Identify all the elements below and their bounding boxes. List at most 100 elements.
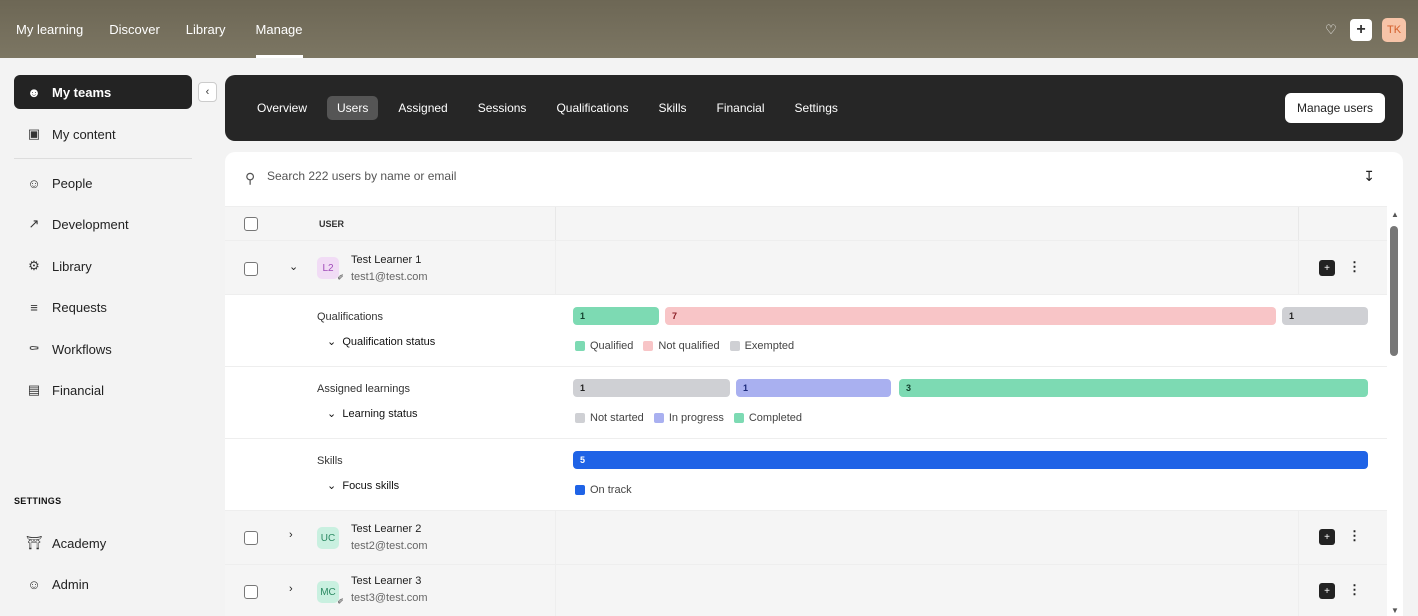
assign-icon[interactable]: + — [1319, 260, 1335, 276]
select-all-checkbox[interactable] — [244, 217, 258, 231]
collapse-sidebar-button[interactable]: ‹ — [198, 82, 217, 102]
bell-icon[interactable]: ♡ — [1322, 22, 1340, 38]
bar-completed[interactable]: 3 — [899, 379, 1368, 397]
user-avatar[interactable]: TK — [1382, 18, 1406, 42]
bar-exempted[interactable]: 1 — [1282, 307, 1368, 325]
table-row[interactable]: › MC ✐ Test Learner 3 test3@test.com + ⋮ — [225, 564, 1387, 616]
avatar-initials: UC — [320, 532, 336, 544]
chevron-down-icon[interactable]: ⌄ — [289, 260, 298, 273]
tab-overview[interactable]: Overview — [247, 96, 317, 120]
checklist-icon: ≡ — [30, 299, 38, 315]
sidebar-item-label: Financial — [52, 382, 105, 398]
sidebar-item-label: People — [52, 175, 93, 191]
row-checkbox[interactable] — [244, 531, 258, 545]
search-icon: ⚲ — [245, 170, 256, 186]
scroll-up-icon[interactable]: ▲ — [1391, 210, 1399, 219]
user-email: test3@test.com — [351, 592, 428, 604]
detail-sublabel: Learning status — [342, 408, 418, 420]
tab-qualifications[interactable]: Qualifications — [546, 96, 638, 120]
column-divider — [1298, 241, 1299, 295]
edit-icon: ✐ — [337, 597, 344, 606]
sidebar-item-label: Requests — [52, 299, 107, 315]
legend-item: Completed — [733, 412, 802, 424]
tab-sessions[interactable]: Sessions — [468, 96, 537, 120]
legend: Not started In progress Completed — [575, 412, 812, 424]
legend-item: On track — [575, 484, 632, 496]
nav-manage[interactable]: Manage — [255, 0, 303, 58]
assign-icon[interactable]: + — [1319, 583, 1335, 599]
sidebar-item-label: Development — [52, 216, 129, 232]
table-row[interactable]: › UC Test Learner 2 test2@test.com + ⋮ — [225, 510, 1387, 565]
nav-my-learning[interactable]: My learning — [16, 0, 83, 58]
more-options-icon[interactable]: ⋮ — [1348, 528, 1361, 544]
scrollbar-thumb[interactable] — [1390, 226, 1398, 356]
detail-row-qualifications: Qualifications ⌄ Qualification status 1 … — [225, 294, 1387, 366]
admin-icon: ☺ — [27, 576, 41, 592]
table-header: USER — [225, 206, 1387, 241]
sidebar-item-label: Academy — [52, 535, 107, 551]
more-options-icon[interactable]: ⋮ — [1348, 582, 1361, 598]
row-checkbox[interactable] — [244, 585, 258, 599]
more-options-icon[interactable]: ⋮ — [1348, 259, 1361, 275]
column-header-user: USER — [319, 219, 345, 229]
nav-library[interactable]: Library — [186, 0, 226, 58]
row-checkbox[interactable] — [244, 262, 258, 276]
library-icon: ⚙ — [28, 258, 40, 273]
user-name[interactable]: Test Learner 3 — [351, 575, 421, 587]
focus-skills-toggle[interactable]: ⌄ Focus skills — [327, 479, 399, 492]
bar-qualified[interactable]: 1 — [573, 307, 659, 325]
column-divider — [1298, 207, 1299, 241]
sub-tabs: Overview Users Assigned Sessions Qualifi… — [247, 96, 858, 120]
nav-discover[interactable]: Discover — [109, 0, 160, 58]
sidebar-item-library[interactable]: ⚙ Library — [14, 249, 192, 283]
academy-icon: ⛩ — [25, 535, 43, 550]
sidebar-item-financial[interactable]: ▤ Financial — [14, 373, 192, 407]
assign-icon[interactable]: + — [1319, 529, 1335, 545]
trend-icon: ↗ — [28, 216, 40, 231]
tab-settings[interactable]: Settings — [785, 96, 848, 120]
sidebar-item-requests[interactable]: ≡ Requests — [14, 290, 192, 324]
tab-financial[interactable]: Financial — [707, 96, 775, 120]
sidebar-item-workflows[interactable]: ⚰ Workflows — [14, 332, 192, 366]
bar-not-started[interactable]: 1 — [573, 379, 730, 397]
tab-users[interactable]: Users — [327, 96, 379, 120]
top-navigation-bar: My learning Discover Library Manage ♡ + … — [0, 0, 1418, 58]
bar-not-qualified[interactable]: 7 — [665, 307, 1276, 325]
column-height-icon[interactable]: ↧ — [1363, 168, 1375, 185]
avatar: L2 ✐ — [317, 257, 344, 282]
avatar-initials: L2 — [322, 262, 334, 274]
chevron-right-icon[interactable]: › — [289, 529, 293, 541]
learning-status-toggle[interactable]: ⌄ Learning status — [327, 407, 418, 420]
tab-skills[interactable]: Skills — [648, 96, 696, 120]
detail-row-learnings: Assigned learnings ⌄ Learning status 1 1… — [225, 366, 1387, 438]
tab-assigned[interactable]: Assigned — [388, 96, 457, 120]
person-icon: ☺ — [27, 175, 41, 191]
qualification-status-toggle[interactable]: ⌄ Qualification status — [327, 335, 435, 348]
add-button[interactable]: + — [1350, 19, 1372, 41]
bar-in-progress[interactable]: 1 — [736, 379, 891, 397]
column-divider — [555, 241, 556, 295]
content-icon: ▣ — [27, 126, 41, 141]
bar-on-track[interactable]: 5 — [573, 451, 1368, 469]
sidebar-item-academy[interactable]: ⛩ Academy — [14, 526, 192, 560]
table-row[interactable]: ⌄ L2 ✐ Test Learner 1 test1@test.com + ⋮ — [225, 240, 1387, 295]
sidebar-item-people[interactable]: ☺ People — [14, 166, 192, 200]
avatar-initials: MC — [320, 586, 336, 598]
chevron-right-icon[interactable]: › — [289, 583, 293, 595]
search-input[interactable] — [267, 169, 667, 183]
money-icon: ▤ — [27, 382, 41, 397]
sidebar-item-development[interactable]: ↗ Development — [14, 207, 192, 241]
top-actions: ♡ + TK — [1322, 18, 1406, 42]
sidebar-item-label: My content — [52, 126, 116, 142]
sidebar-item-my-content[interactable]: ▣ My content — [14, 117, 192, 151]
sidebar-item-admin[interactable]: ☺ Admin — [14, 567, 192, 601]
legend-item: In progress — [653, 412, 724, 424]
avatar: UC — [317, 527, 339, 549]
user-name[interactable]: Test Learner 2 — [351, 523, 421, 535]
edit-icon: ✐ — [337, 273, 344, 282]
user-name[interactable]: Test Learner 1 — [351, 254, 421, 266]
column-divider — [555, 207, 556, 241]
sidebar-item-my-teams[interactable]: ☻ My teams — [14, 75, 192, 109]
manage-users-button[interactable]: Manage users — [1284, 93, 1385, 123]
scroll-down-icon[interactable]: ▼ — [1391, 606, 1399, 615]
